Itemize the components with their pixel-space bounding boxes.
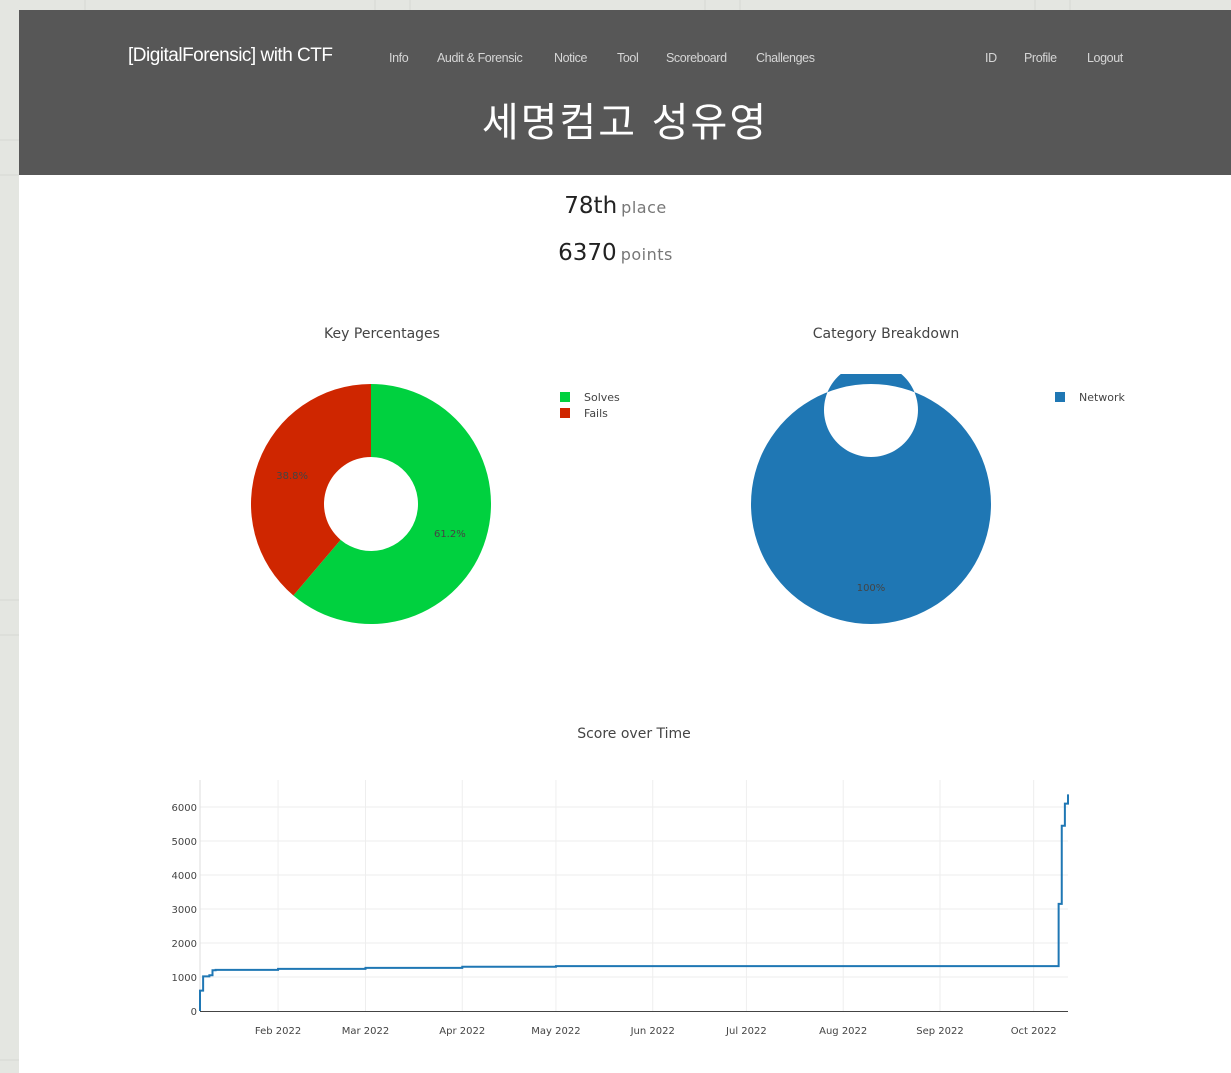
x-tick-label: Jun 2022: [630, 1026, 675, 1037]
score-over-time-chart: 0 1000 2000 3000 4000 5000 6000 Feb 2022 Mar 202…: [172, 780, 1069, 1037]
legend-network-label: Network: [1079, 391, 1125, 404]
y-tick-label: 4000: [172, 871, 197, 882]
place-value: 78th: [564, 193, 618, 219]
score-over-time-title: Score over Time: [577, 726, 691, 742]
score-value: 6370: [558, 240, 617, 266]
legend-network[interactable]: Network: [1055, 391, 1125, 404]
nav-id[interactable]: ID: [985, 51, 997, 65]
y-tick-label: 1000: [172, 973, 197, 984]
x-tick-label: Aug 2022: [819, 1026, 867, 1037]
network-swatch: [1055, 392, 1065, 402]
legend-fails[interactable]: Fails: [560, 407, 608, 420]
score-line[interactable]: [199, 794, 1069, 1011]
category-breakdown-label-network: 100%: [857, 583, 886, 594]
legend-solves[interactable]: Solves: [560, 391, 620, 404]
category-breakdown-title: Category Breakdown: [812, 326, 960, 342]
score-stat: 6370 points: [0, 240, 1231, 266]
score-label: points: [620, 245, 673, 264]
y-tick-label: 3000: [172, 905, 197, 916]
y-tick-label: 5000: [172, 837, 197, 848]
nav-profile[interactable]: Profile: [1024, 51, 1057, 65]
key-percentages-label-solves: 61.2%: [434, 529, 466, 540]
x-tick-label: Oct 2022: [1011, 1026, 1057, 1037]
key-percentages-title: Key Percentages: [324, 326, 440, 342]
y-tick-label: 0: [191, 1007, 197, 1018]
key-percentages-chart: 61.2% 38.8%: [251, 384, 491, 624]
x-tick-label: Jul 2022: [725, 1026, 767, 1037]
y-tick-label: 2000: [172, 939, 197, 950]
nav-logout[interactable]: Logout: [1087, 51, 1123, 65]
y-tick-label: 6000: [172, 803, 197, 814]
x-tick-label: Mar 2022: [342, 1026, 390, 1037]
fails-swatch: [560, 408, 570, 418]
x-tick-label: Apr 2022: [439, 1026, 485, 1037]
team-name: 세명컴고 성유영: [481, 100, 769, 146]
place-label: place: [621, 198, 667, 217]
x-tick-label: Feb 2022: [255, 1026, 301, 1037]
nav-challenges[interactable]: Challenges: [756, 51, 815, 65]
legend-solves-label: Solves: [584, 391, 620, 404]
nav-tool[interactable]: Tool: [617, 51, 639, 65]
category-breakdown-chart: 100%: [751, 374, 991, 624]
solves-swatch: [560, 392, 570, 402]
x-tick-label: Sep 2022: [916, 1026, 963, 1037]
legend-fails-label: Fails: [584, 407, 608, 420]
nav-scoreboard[interactable]: Scoreboard: [666, 51, 727, 65]
place-stat: 78th place: [0, 193, 1231, 219]
navbar: [DigitalForensic] with CTF Info Audit & …: [19, 10, 1231, 175]
brand-link[interactable]: [DigitalForensic] with CTF: [128, 45, 333, 67]
x-tick-label: May 2022: [531, 1026, 580, 1037]
nav-notice[interactable]: Notice: [554, 51, 587, 65]
key-percentages-label-fails: 38.8%: [276, 471, 308, 482]
nav-info[interactable]: Info: [389, 51, 409, 65]
nav-audit-forensic[interactable]: Audit & Forensic: [437, 51, 523, 65]
